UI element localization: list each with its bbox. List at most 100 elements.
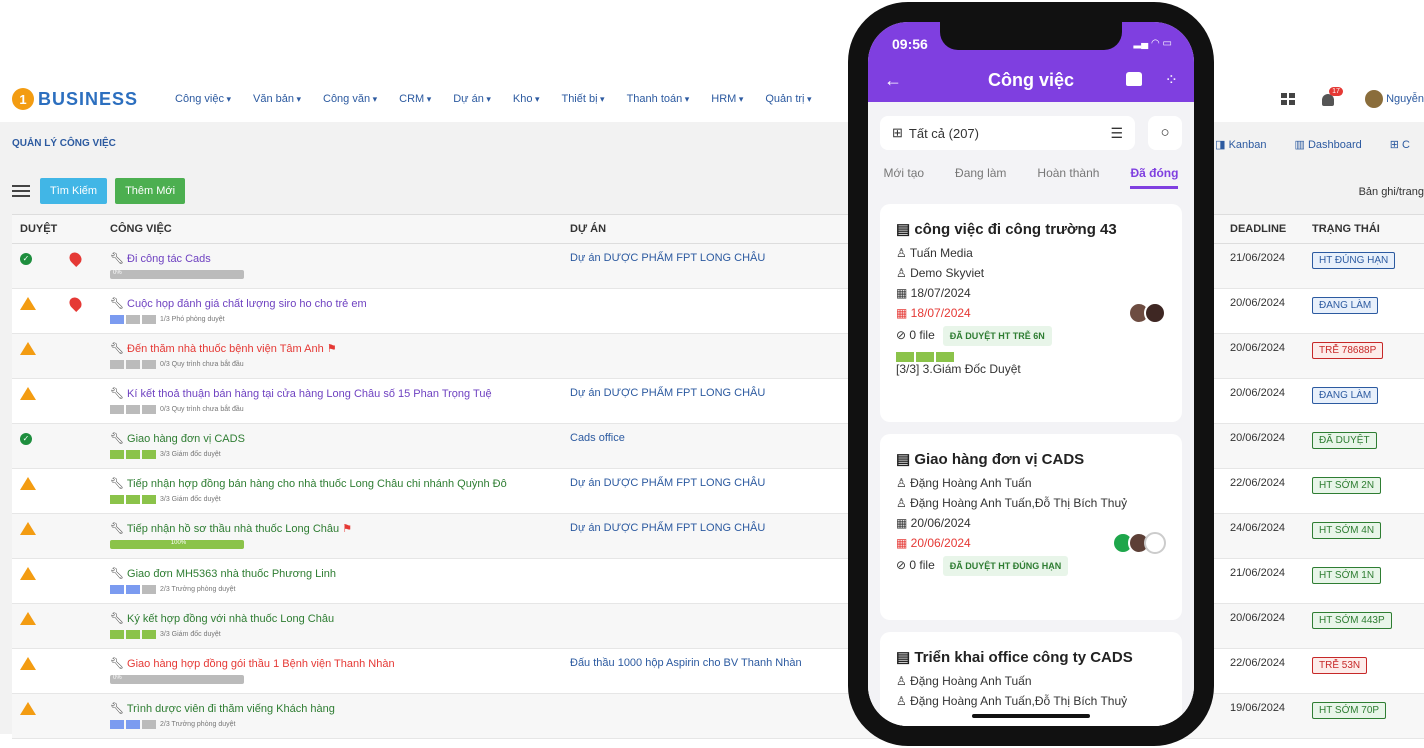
tab-closed[interactable]: Đã đóng [1130,166,1179,189]
phone-screen: 09:56 ▂▄ ◠ ▭ ← Công việc ⁘ ⊞ Tất cả (207)… [868,22,1194,726]
progress: 2/3 Trưởng phòng duyệt [110,585,570,594]
tab-new[interactable]: Mới tạo [884,166,925,189]
location-pin-icon[interactable] [67,295,84,312]
wrench-icon: 🔧︎ [110,388,124,400]
progress: 3/3 Giám đốc duyệt [110,495,570,504]
status-badge: HT SỚM 70P [1312,702,1387,719]
status-badge: ĐANG LÀM [1312,297,1379,314]
status-badge: HT SỚM 2N [1312,477,1382,494]
menu-item[interactable]: Thanh toán [616,93,701,105]
wrench-icon: 🔧︎ [110,343,124,355]
tab-done[interactable]: Hoàn thành [1037,166,1099,189]
menu-item[interactable]: Công văn [312,93,388,105]
apps-icon[interactable]: ⁘ [1165,70,1178,90]
tab-table[interactable]: ⊞ C [1376,138,1424,151]
menu-item[interactable]: Quản trị [754,93,822,105]
followers: ♙ Đặng Hoàng Anh Tuấn,Đỗ Thị Bích Thuỷ [896,694,1128,708]
tab-dashboard[interactable]: ▥ Dashboard [1281,138,1376,151]
assignee: ♙ Đặng Hoàng Anh Tuấn [896,674,1032,688]
start-date: ▦ 18/07/2024 [896,286,971,300]
status-tabs: Mới tạo Đang làm Hoàn thành Đã đóng [868,166,1194,189]
status-badge: HT SỚM 4N [1312,522,1382,539]
col-status[interactable]: TRẠNG THÁI [1312,214,1424,244]
project-link[interactable]: Dự án DƯỢC PHẨM FPT LONG CHÂU [570,387,765,399]
status-chip: ĐÃ DUYỆT HT ĐÚNG HẠN [942,556,1069,576]
task-name[interactable]: Giao đơn MH5363 nhà thuốc Phương Linh [127,568,336,580]
col-approved[interactable]: DUYỆT [12,214,70,244]
deadline: 22/06/2024 [1230,477,1286,489]
page-title: QUẢN LÝ CÔNG VIỆC [12,138,116,149]
task-name[interactable]: Cuộc họp đánh giá chất lượng siro ho cho… [127,298,367,310]
task-name[interactable]: Trình dược viên đi thăm viếng Khách hàng [127,703,335,715]
location-pin-icon[interactable] [67,250,84,267]
warning-icon [20,567,36,580]
project-link[interactable]: Dự án DƯỢC PHẨM FPT LONG CHÂU [570,252,765,264]
task-card[interactable]: ▤ Giao hàng đơn vị CADS ♙ Đặng Hoàng Anh… [880,434,1182,620]
menu-item[interactable]: Văn bản [242,93,312,105]
progress: 0% [110,270,570,279]
project-link[interactable]: Dự án DƯỢC PHẨM FPT LONG CHÂU [570,477,765,489]
progress: 0% [110,675,570,684]
assignee: ♙ Đặng Hoàng Anh Tuấn [896,476,1032,490]
deadline: 20/06/2024 [1230,342,1286,354]
warning-icon [20,387,36,400]
bell-icon[interactable]: 17 [1321,87,1343,107]
wrench-icon: 🔧︎ [110,658,124,670]
logo[interactable]: 1 BUSINESS [12,88,138,110]
menu-item[interactable]: Thiết bị [550,93,615,105]
filter-select[interactable]: ⊞ Tất cả (207) ☰ [880,116,1135,150]
add-button[interactable]: Thêm Mới [115,178,186,204]
task-name[interactable]: Giao hàng đơn vị CADS [127,433,245,445]
search-button[interactable]: Tìm Kiếm [40,178,108,204]
menu-item[interactable]: HRM [700,93,754,105]
card-title: ▤ Giao hàng đơn vị CADS [896,451,1085,468]
col-deadline[interactable]: DEADLINE [1230,214,1312,244]
task-name[interactable]: Tiếp nhận hợp đồng bán hàng cho nhà thuố… [127,478,507,490]
project-link[interactable]: Dự án DƯỢC PHẨM FPT LONG CHÂU [570,522,765,534]
deadline: 20/06/2024 [1230,297,1286,309]
end-date: ▦ 18/07/2024 [896,306,971,320]
warning-icon [20,612,36,625]
flag-icon: ⚑ [342,523,353,535]
deadline: 20/06/2024 [1230,612,1286,624]
warning-icon [20,342,36,355]
menu-item[interactable]: Kho [502,93,551,105]
warning-icon [20,702,36,715]
user-name: Nguyễn [1386,93,1424,105]
col-task[interactable]: CÔNG VIỆC [110,214,570,244]
phone-mockup: 09:56 ▂▄ ◠ ▭ ← Công việc ⁘ ⊞ Tất cả (207)… [848,2,1214,746]
task-name[interactable]: Đi công tác Cads [127,253,211,265]
task-name[interactable]: Kí kết thoả thuận bán hàng tại cửa hàng … [127,388,492,400]
avatars [1112,532,1166,554]
menu-toggle-icon[interactable] [12,185,30,197]
task-name[interactable]: Giao hàng hợp đồng gói thầu 1 Bệnh viện … [127,658,395,670]
filter-icon[interactable]: ☰ [1110,125,1123,142]
assignee: ♙ Tuấn Media [896,246,973,260]
card-title: ▤ Triển khai office công ty CADS [896,649,1133,666]
task-card[interactable]: ▤ công việc đi công trường 43 ♙ Tuấn Med… [880,204,1182,422]
project-link[interactable]: Đấu thầu 1000 hộp Aspirin cho BV Thanh N… [570,657,802,669]
step-label: [3/3] 3.Giám Đốc Duyệt [896,362,1021,376]
notification-badge: 17 [1329,87,1343,96]
deadline: 20/06/2024 [1230,432,1286,444]
menu-item[interactable]: CRM [388,93,442,105]
project-link[interactable]: Cads office [570,432,625,444]
apps-grid-icon[interactable] [1281,93,1296,105]
logo-mark: 1 [12,88,34,110]
home-indicator [972,714,1090,718]
home-icon[interactable] [1126,72,1142,86]
task-card[interactable]: ▤ Triển khai office công ty CADS ♙ Đặng … [880,632,1182,726]
warning-icon [20,657,36,670]
search-icon[interactable]: ○ [1148,116,1182,150]
deadline: 19/06/2024 [1230,702,1286,714]
rows-per-page-label: Bản ghi/trang [1358,186,1424,198]
logo-text: BUSINESS [38,88,139,109]
menu-item[interactable]: Công việc [164,93,242,105]
task-name[interactable]: Đến thăm nhà thuốc bệnh viện Tâm Anh [127,343,324,355]
menu-item[interactable]: Dự án [442,93,502,105]
wrench-icon: 🔧︎ [110,568,124,580]
user-menu[interactable]: Nguyễn [1365,90,1424,108]
task-name[interactable]: Tiếp nhận hồ sơ thầu nhà thuốc Long Châu [127,523,339,535]
task-name[interactable]: Ký kết hợp đồng với nhà thuốc Long Châu [127,613,334,625]
tab-doing[interactable]: Đang làm [955,166,1006,189]
